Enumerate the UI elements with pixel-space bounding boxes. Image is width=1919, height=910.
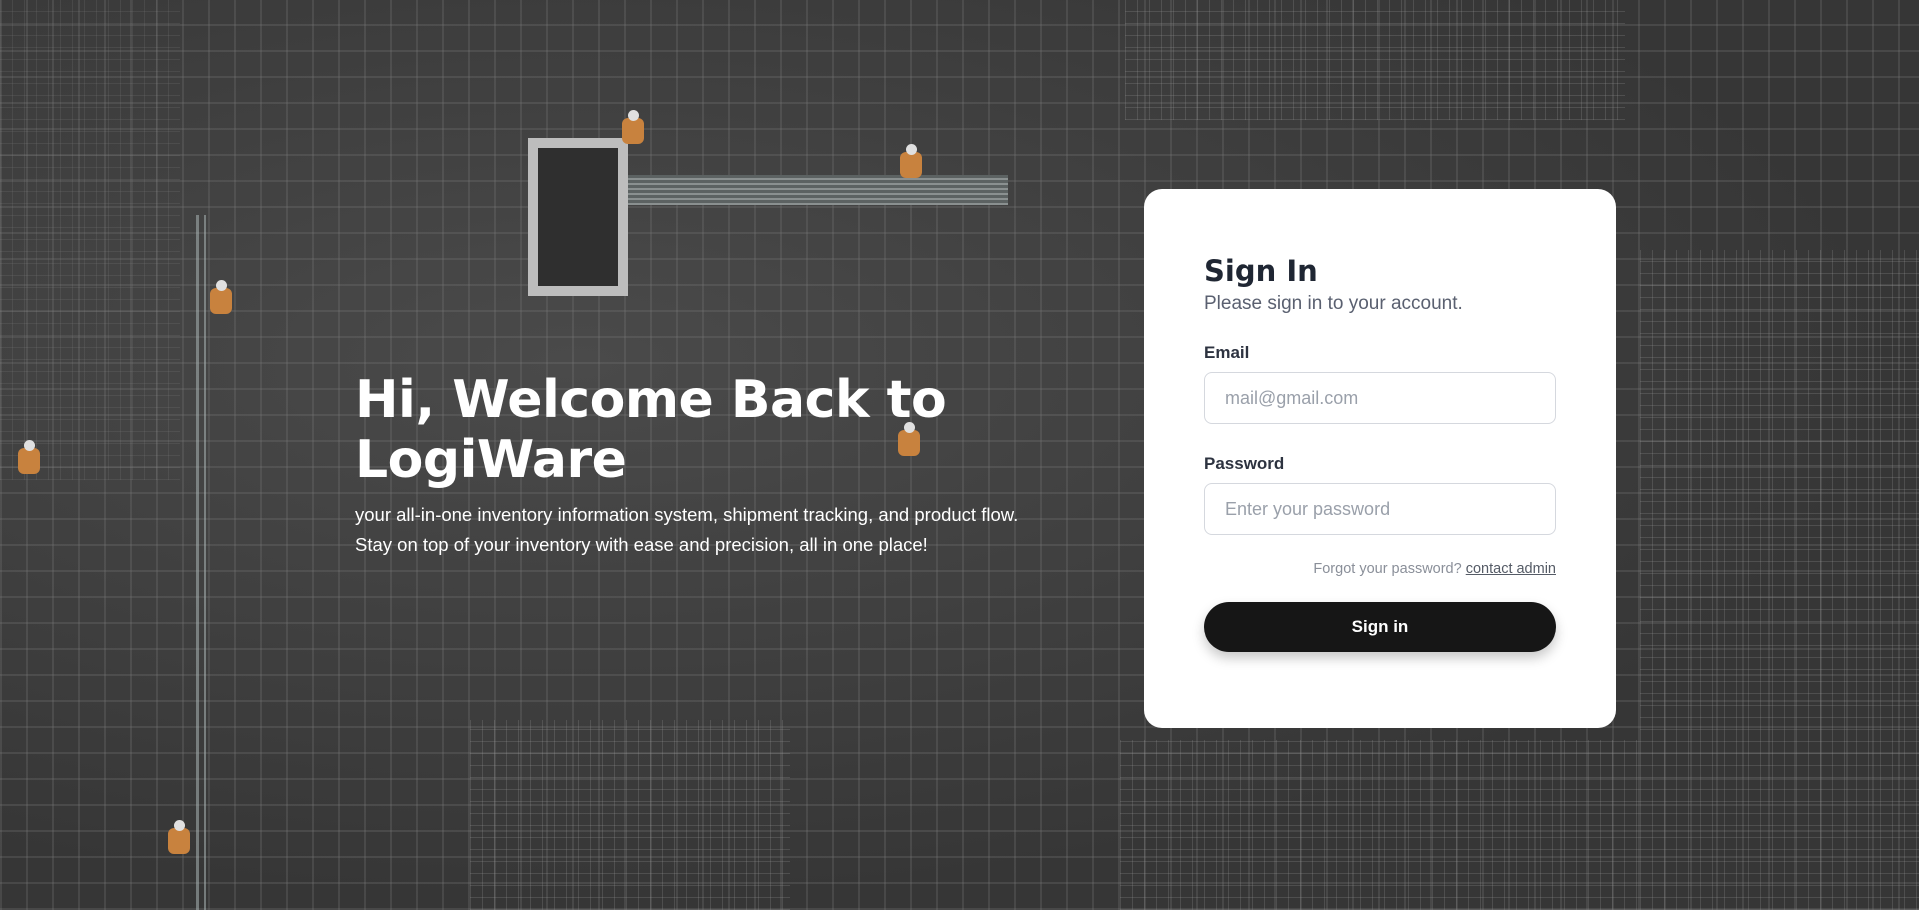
password-field[interactable]: [1204, 483, 1556, 535]
email-label: Email: [1204, 343, 1250, 362]
signin-card: Sign In Please sign in to your account. …: [1144, 189, 1616, 728]
contact-admin-link[interactable]: contact admin: [1466, 561, 1556, 577]
forgot-password-text: Forgot your password?: [1313, 561, 1462, 577]
password-label: Password: [1204, 454, 1285, 473]
hero-subtitle: your all-in-one inventory information sy…: [355, 504, 1019, 555]
login-page: Hi, Welcome Back to LogiWare your all-in…: [0, 0, 1919, 910]
signin-button[interactable]: Sign in: [1204, 602, 1556, 652]
email-field[interactable]: [1204, 372, 1556, 424]
forgot-password-row: Forgot your password? contact admin: [1204, 561, 1556, 577]
signin-title: Sign In: [1204, 254, 1318, 288]
signin-subtitle: Please sign in to your account.: [1204, 293, 1463, 314]
hero-title: Hi, Welcome Back to LogiWare: [355, 370, 947, 490]
hero-section: Hi, Welcome Back to LogiWare your all-in…: [355, 370, 1055, 560]
